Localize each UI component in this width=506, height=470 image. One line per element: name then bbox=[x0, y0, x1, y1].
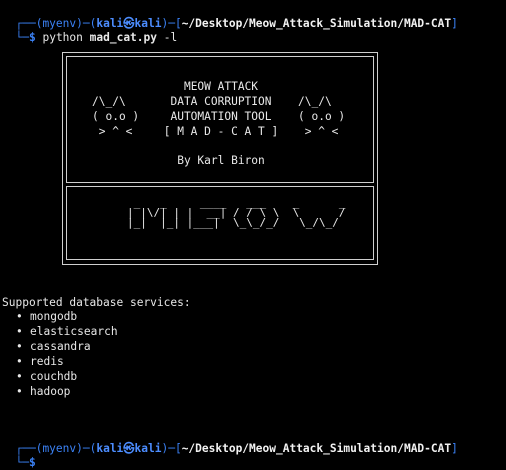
bullet-icon: • bbox=[16, 340, 23, 353]
service-name: mongodb bbox=[30, 310, 78, 323]
command-script: mad_cat.py bbox=[89, 31, 157, 44]
prompt-at-symbol: ㉿ bbox=[123, 442, 135, 455]
list-item: • mongodb bbox=[16, 310, 77, 324]
prompt-dollar: $ bbox=[28, 31, 36, 44]
list-item: • cassandra bbox=[16, 340, 91, 354]
meow-ascii-art: _ _ ____ ___ _ _ | |\/| | | __| / / \ \ … bbox=[127, 196, 346, 229]
banner-title-line1: MEOW ATTACK bbox=[183, 80, 259, 93]
prompt-bracket-end: ] bbox=[451, 442, 458, 455]
service-name: hadoop bbox=[30, 385, 71, 398]
prompt-path: ~/Desktop/Meow_Attack_Simulation/MAD-CAT bbox=[181, 17, 452, 30]
bullet-icon: • bbox=[16, 370, 23, 383]
bullet-icon: • bbox=[16, 310, 23, 323]
service-name: redis bbox=[30, 355, 64, 368]
prompt-input-line[interactable]: └─$ bbox=[2, 442, 35, 469]
prompt-bracket-end: ] bbox=[451, 17, 458, 30]
banner-title-line3: AUTOMATION TOOL bbox=[170, 110, 272, 123]
list-item: • elasticsearch bbox=[16, 325, 118, 339]
prompt-dollar: $ bbox=[28, 456, 36, 469]
command-flag: -l bbox=[163, 31, 178, 44]
banner-meow-pane: _ _ ____ ___ _ _ | |\/| | | __| / / \ \ … bbox=[66, 186, 374, 260]
bullet-icon: • bbox=[16, 325, 23, 338]
output-heading: Supported database services: bbox=[2, 296, 191, 309]
prompt-dash-bracket: ─[ bbox=[168, 442, 182, 455]
prompt-corner-bottom: └─ bbox=[15, 456, 29, 469]
banner-author: By Karl Biron bbox=[177, 154, 265, 167]
prompt-path: ~/Desktop/Meow_Attack_Simulation/MAD-CAT bbox=[181, 442, 452, 455]
service-name: couchdb bbox=[30, 370, 78, 383]
prompt-header-line: ┌──(myenv)─(kali㉿kali)─[~/Desktop/Meow_A… bbox=[2, 3, 457, 30]
list-item: • couchdb bbox=[16, 370, 77, 384]
prompt-dash: ─( bbox=[82, 442, 97, 455]
prompt-command-line[interactable]: └─$ python mad_cat.py -l bbox=[2, 17, 177, 44]
prompt-env: (myenv) bbox=[35, 442, 83, 455]
banner-box: /\_/\ ( o.o ) > ^ < /\_/\ ( o.o ) > ^ < … bbox=[62, 52, 378, 265]
bullet-icon: • bbox=[16, 385, 23, 398]
prompt-user: kali bbox=[96, 442, 124, 455]
service-name: cassandra bbox=[30, 340, 91, 353]
bullet-icon: • bbox=[16, 355, 23, 368]
banner-title-line2: DATA CORRUPTION bbox=[170, 95, 272, 108]
banner-title-pane: /\_/\ ( o.o ) > ^ < /\_/\ ( o.o ) > ^ < … bbox=[66, 56, 374, 183]
banner-title-line4: [ M A D - C A T ] bbox=[163, 125, 279, 138]
list-item: • hadoop bbox=[16, 385, 70, 399]
service-name: elasticsearch bbox=[30, 325, 118, 338]
prompt-corner-bottom: └─ bbox=[15, 31, 29, 44]
prompt-host: kali bbox=[134, 442, 162, 455]
prompt-header-line: ┌──(myenv)─(kali㉿kali)─[~/Desktop/Meow_A… bbox=[2, 428, 457, 455]
list-item: • redis bbox=[16, 355, 64, 369]
command-program: python bbox=[42, 31, 83, 44]
